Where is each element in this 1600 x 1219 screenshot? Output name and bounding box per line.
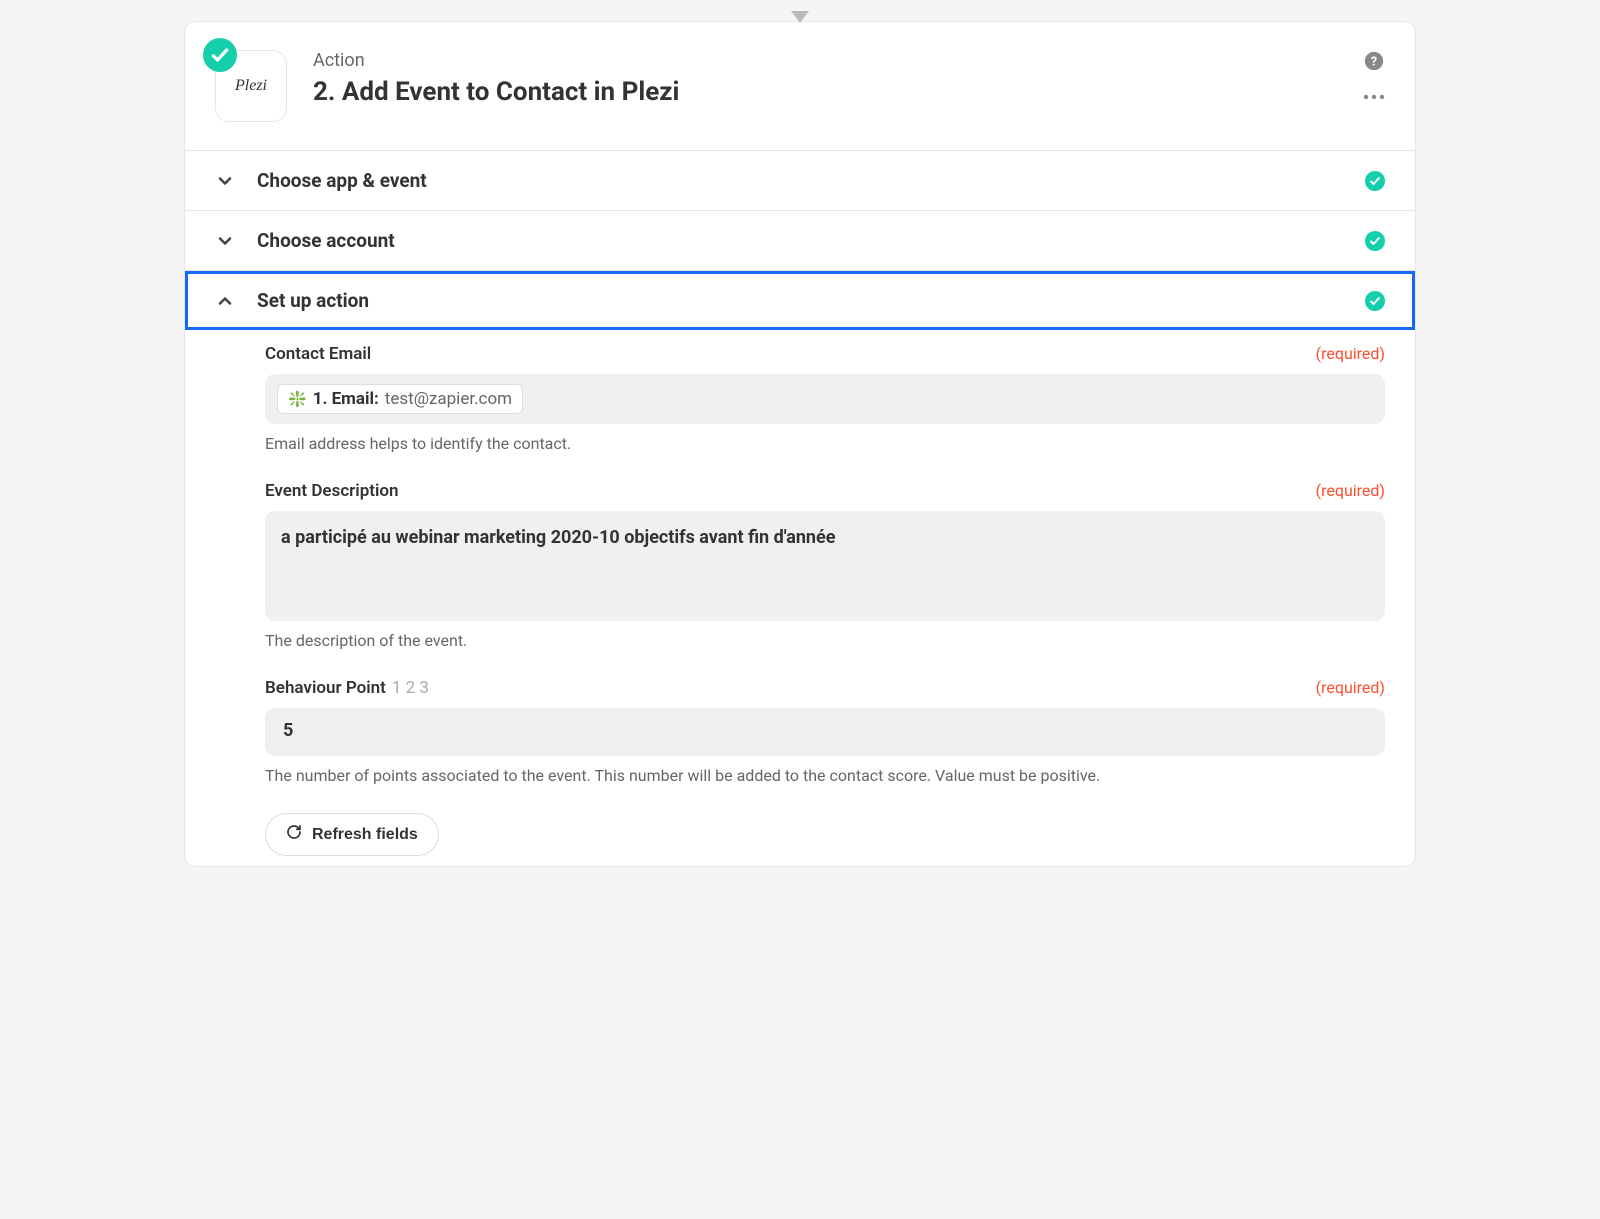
section-title-choose-app: Choose app & event	[257, 169, 1365, 192]
status-complete-icon	[1365, 171, 1385, 191]
helper-contact-email: Email address helps to identify the cont…	[265, 434, 1385, 453]
panel-title: 2. Add Event to Contact in Plezi	[313, 77, 1363, 107]
field-event-description: Event Description (required) a participé…	[265, 481, 1385, 650]
status-complete-icon	[1365, 231, 1385, 251]
section-title-choose-account: Choose account	[257, 229, 1365, 252]
refresh-fields-label: Refresh fields	[312, 826, 418, 844]
field-label-behaviour-point: Behaviour Point	[265, 678, 386, 698]
chevron-up-icon	[215, 291, 235, 311]
field-label-event-description: Event Description	[265, 481, 399, 501]
status-complete-icon	[1365, 291, 1385, 311]
variable-pill-email[interactable]: ❇️ 1. Email: test@zapier.com	[277, 384, 523, 414]
section-title-setup-action: Set up action	[257, 289, 1365, 312]
action-panel: Plezi Action 2. Add Event to Contact in …	[184, 21, 1416, 867]
event-description-input[interactable]: a participé au webinar marketing 2020-10…	[265, 511, 1385, 621]
field-label-row: Event Description (required)	[265, 481, 1385, 501]
required-badge: (required)	[1316, 481, 1385, 500]
field-label-row: Contact Email (required)	[265, 344, 1385, 364]
section-choose-app: Choose app & event	[185, 150, 1415, 210]
section-header-choose-account[interactable]: Choose account	[185, 211, 1415, 270]
header-actions: ?	[1363, 50, 1385, 100]
panel-header: Plezi Action 2. Add Event to Contact in …	[185, 22, 1415, 150]
app-logo-text: Plezi	[235, 77, 267, 95]
field-behaviour-point: Behaviour Point 1 2 3 (required) 5 The n…	[265, 678, 1385, 785]
required-badge: (required)	[1316, 344, 1385, 363]
help-icon[interactable]: ?	[1363, 50, 1385, 72]
refresh-fields-button[interactable]: Refresh fields	[265, 813, 439, 856]
section-choose-account: Choose account	[185, 210, 1415, 270]
required-badge: (required)	[1316, 678, 1385, 697]
helper-behaviour-point: The number of points associated to the e…	[265, 766, 1385, 785]
step-complete-badge	[203, 38, 237, 72]
section-setup-action: Set up action Contact Email (required) ❇…	[185, 270, 1415, 866]
chevron-down-icon	[215, 171, 235, 191]
app-icon-wrapper: Plezi	[215, 50, 287, 122]
section-header-setup-action[interactable]: Set up action	[185, 271, 1415, 330]
header-text: Action 2. Add Event to Contact in Plezi	[313, 50, 1363, 107]
field-label-row: Behaviour Point 1 2 3 (required)	[265, 678, 1385, 698]
contact-email-input[interactable]: ❇️ 1. Email: test@zapier.com	[265, 374, 1385, 424]
behaviour-point-value: 5	[277, 718, 299, 743]
flower-icon: ❇️	[288, 390, 307, 408]
pill-value: test@zapier.com	[385, 389, 512, 409]
event-description-value: a participé au webinar marketing 2020-10…	[281, 525, 835, 550]
field-label-contact-email: Contact Email	[265, 344, 371, 364]
helper-event-description: The description of the event.	[265, 631, 1385, 650]
more-menu-icon[interactable]	[1363, 94, 1385, 100]
refresh-icon	[286, 824, 302, 845]
field-label-hint: 1 2 3	[392, 678, 429, 698]
section-header-choose-app[interactable]: Choose app & event	[185, 151, 1415, 210]
header-eyebrow: Action	[313, 50, 1363, 71]
pill-prefix: 1. Email:	[313, 389, 379, 409]
field-contact-email: Contact Email (required) ❇️ 1. Email: te…	[265, 344, 1385, 453]
setup-action-body: Contact Email (required) ❇️ 1. Email: te…	[185, 330, 1415, 866]
behaviour-point-input[interactable]: 5	[265, 708, 1385, 756]
chevron-down-icon	[215, 231, 235, 251]
svg-text:?: ?	[1371, 55, 1377, 70]
